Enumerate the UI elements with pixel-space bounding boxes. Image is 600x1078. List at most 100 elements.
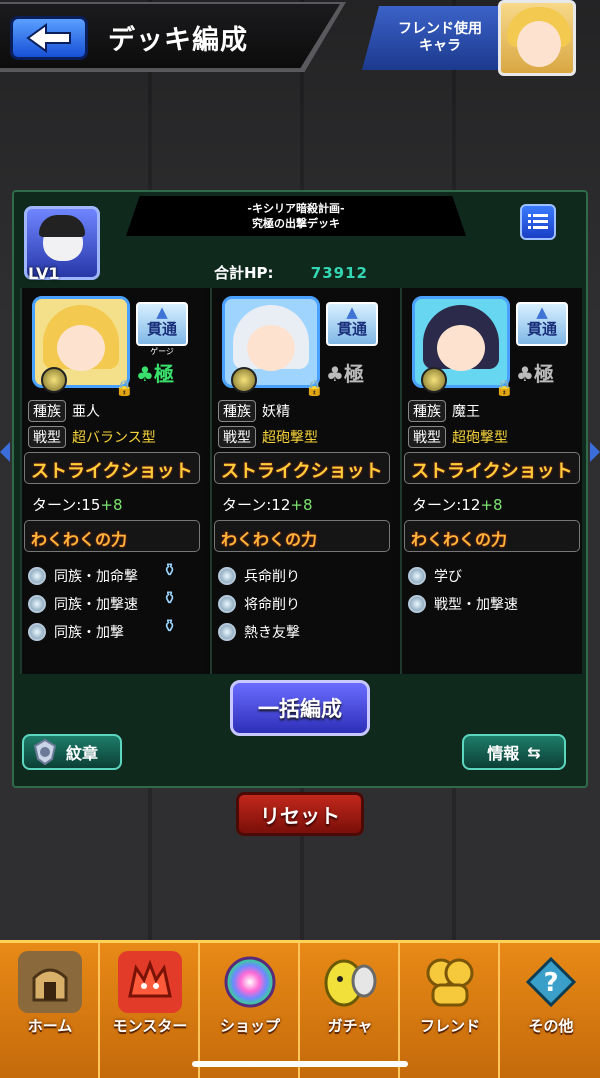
scroll-left-arrow-icon[interactable] bbox=[0, 442, 10, 462]
character-face bbox=[437, 325, 485, 371]
ability-item: 熱き友撃 bbox=[218, 622, 300, 642]
rank-label: ♣極 bbox=[136, 358, 174, 387]
character-columns: 🔒 ▲ 貫通 ゲージ ♣極 種族 亜人 戦型 超バランス型 ストライクショット ター… bbox=[20, 288, 582, 674]
wakuwaku-label: わくわくの力 bbox=[411, 530, 508, 549]
ability-icon bbox=[218, 567, 236, 585]
monster-icon bbox=[118, 951, 182, 1013]
wakuwaku-box[interactable]: わくわくの力 bbox=[404, 520, 580, 552]
potion-icon: ⚱ bbox=[162, 588, 178, 609]
nav-label: その他 bbox=[528, 1017, 574, 1035]
character-column-1[interactable]: 🔒 ▲ 貫通 ゲージ ♣極 種族 亜人 戦型 超バランス型 ストライクショット ター… bbox=[20, 288, 202, 674]
strike-shot-box[interactable]: ストライクショット bbox=[404, 452, 580, 484]
wakuwaku-label: わくわくの力 bbox=[221, 530, 318, 549]
pierce-sub-label: ゲージ bbox=[150, 347, 174, 356]
ability-icon bbox=[408, 595, 426, 613]
nav-monster[interactable]: モンスター bbox=[102, 943, 200, 1078]
rank-label: ♣極 bbox=[326, 358, 364, 387]
type-value: 超砲撃型 bbox=[262, 430, 318, 446]
ability-item: 将命削り bbox=[218, 594, 300, 614]
rank-label: ♣極 bbox=[516, 358, 554, 387]
character-portrait[interactable]: 🔒 bbox=[32, 296, 134, 397]
clover-icon: ♣ bbox=[516, 362, 534, 386]
pierce-badge: ▲ 貫通 bbox=[516, 302, 568, 346]
wakuwaku-box[interactable]: わくわくの力 bbox=[214, 520, 390, 552]
friend-character-button[interactable]: フレンド使用 キャラ bbox=[362, 6, 504, 70]
info-button[interactable]: 情報 ⇆ bbox=[462, 734, 566, 770]
type-row: 戦型 超バランス型 bbox=[28, 426, 156, 448]
total-hp: 合計HP: 73912 bbox=[214, 262, 368, 283]
pierce-label: 貫通 bbox=[336, 320, 367, 338]
race-value: 亜人 bbox=[72, 404, 100, 420]
clover-icon: ♣ bbox=[136, 362, 154, 386]
list-menu-icon[interactable] bbox=[520, 204, 556, 240]
pierce-badge: ▲ 貫通 bbox=[136, 302, 188, 346]
nav-label: モンスター bbox=[112, 1017, 188, 1035]
rank-text: 極 bbox=[343, 362, 364, 386]
home-icon bbox=[18, 951, 82, 1013]
friend-icon bbox=[418, 951, 482, 1013]
nav-home[interactable]: ホーム bbox=[2, 943, 100, 1078]
wakuwaku-box[interactable]: わくわくの力 bbox=[24, 520, 200, 552]
strike-shot-box[interactable]: ストライクショット bbox=[214, 452, 390, 484]
nav-friend[interactable]: フレンド bbox=[402, 943, 500, 1078]
page-title: デッキ編成 bbox=[108, 25, 248, 56]
up-arrow-icon: ▲ bbox=[346, 303, 358, 321]
ability-icon bbox=[28, 567, 46, 585]
leader-level: LV1 bbox=[28, 264, 60, 283]
swap-arrows-icon: ⇆ bbox=[527, 742, 541, 762]
strike-shot-label: ストライクショット bbox=[31, 461, 193, 482]
nav-label: ガチャ bbox=[327, 1017, 373, 1035]
character-column-3[interactable]: 🔒 ▲ 貫通 ♣極 種族 魔王 戦型 超砲撃型 ストライクショット ターン:12+8… bbox=[400, 288, 582, 674]
ability-item: 兵命削り bbox=[218, 566, 300, 586]
turn-text: ターン:12 bbox=[412, 496, 481, 514]
nav-label: ホーム bbox=[27, 1017, 73, 1035]
lock-icon: 🔒 bbox=[115, 379, 134, 397]
character-face bbox=[247, 325, 295, 371]
nav-other[interactable]: ? その他 bbox=[502, 943, 600, 1078]
scroll-right-arrow-icon[interactable] bbox=[590, 442, 600, 462]
element-badge-icon bbox=[421, 367, 447, 393]
friend-avatar[interactable] bbox=[498, 0, 576, 76]
up-arrow-icon: ▲ bbox=[156, 303, 168, 321]
nav-shop[interactable]: ショップ bbox=[202, 943, 300, 1078]
wakuwaku-label: わくわくの力 bbox=[31, 530, 128, 549]
type-value: 超砲撃型 bbox=[452, 430, 508, 446]
ability-label: 兵命削り bbox=[244, 569, 300, 585]
character-column-2[interactable]: 🔒 ▲ 貫通 ♣極 種族 妖精 戦型 超砲撃型 ストライクショット ターン:12+8… bbox=[210, 288, 392, 674]
potion-icon: ⚱ bbox=[162, 616, 178, 637]
emblem-label: 紋章 bbox=[66, 744, 99, 763]
race-tag: 種族 bbox=[28, 400, 66, 422]
ability-label: 同族・加撃速 bbox=[54, 597, 138, 613]
turn-plus: +8 bbox=[290, 496, 313, 514]
bulk-organize-button[interactable]: 一括編成 bbox=[230, 680, 370, 736]
strike-shot-box[interactable]: ストライクショット bbox=[24, 452, 200, 484]
character-face bbox=[57, 325, 105, 371]
ability-label: 同族・加命撃 bbox=[54, 569, 138, 585]
pierce-label: 貫通 bbox=[526, 320, 557, 338]
emblem-button[interactable]: 紋章 bbox=[22, 734, 122, 770]
bottom-nav: ホーム モンスター ショップ ガチャ フレンド ? その他 bbox=[0, 940, 600, 1078]
home-indicator[interactable] bbox=[192, 1061, 408, 1067]
type-tag: 戦型 bbox=[408, 426, 446, 448]
nav-gacha[interactable]: ガチャ bbox=[302, 943, 400, 1078]
turn-count: ターン:12+8 bbox=[222, 494, 313, 515]
type-row: 戦型 超砲撃型 bbox=[218, 426, 318, 448]
element-badge-icon bbox=[41, 367, 67, 393]
emblem-icon bbox=[33, 738, 57, 766]
turn-count: ターン:12+8 bbox=[412, 494, 503, 515]
race-value: 妖精 bbox=[262, 404, 290, 420]
quest-title: -キシリア暗殺計画- bbox=[247, 202, 345, 215]
strike-shot-label: ストライクショット bbox=[411, 461, 573, 482]
ability-icon bbox=[408, 567, 426, 585]
turn-plus: +8 bbox=[480, 496, 503, 514]
character-portrait[interactable]: 🔒 bbox=[222, 296, 324, 397]
back-button[interactable] bbox=[10, 16, 88, 60]
race-row: 種族 亜人 bbox=[28, 400, 100, 422]
reset-button[interactable]: リセット bbox=[236, 792, 364, 836]
info-label: 情報 bbox=[487, 744, 520, 763]
ability-icon bbox=[218, 595, 236, 613]
character-portrait[interactable]: 🔒 bbox=[412, 296, 514, 397]
nav-label: フレンド bbox=[419, 1017, 480, 1035]
ability-item: 学び bbox=[408, 566, 462, 586]
race-row: 種族 妖精 bbox=[218, 400, 290, 422]
